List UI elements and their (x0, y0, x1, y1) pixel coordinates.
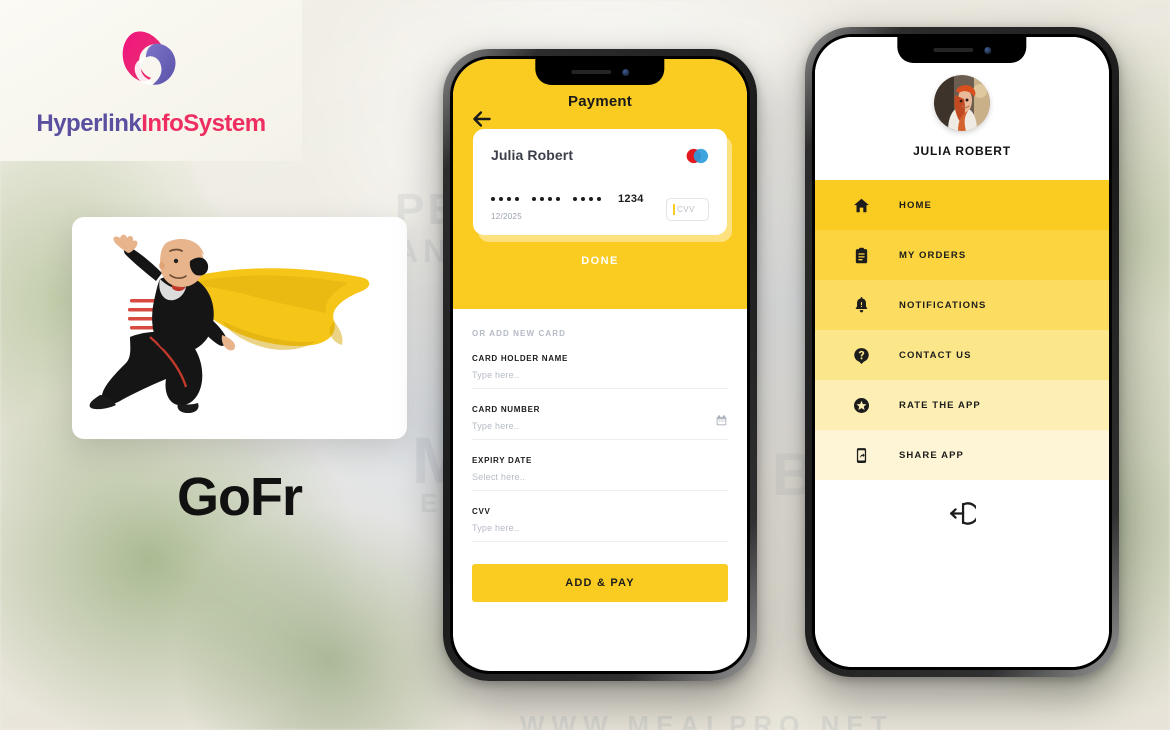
phone-notch (897, 37, 1027, 63)
phone-mockup-menu: JULIA ROBERT HOME MY ORDERS NOTIFICATION… (805, 27, 1119, 677)
card-number-masked: 1234 (491, 193, 644, 205)
question-mark-icon (854, 347, 869, 364)
card-digit-group (532, 197, 560, 201)
field-placeholder: Type here.. (472, 523, 520, 533)
menu-item-label: RATE THE APP (899, 399, 981, 411)
card-number-row: 1234 12/2025 CVV (491, 193, 709, 221)
cvv-placeholder: CVV (677, 205, 695, 214)
menu-item-label: HOME (899, 199, 932, 211)
menu-item-label: MY ORDERS (899, 249, 967, 261)
field-placeholder: Type here.. (472, 370, 520, 380)
share-phone-icon (856, 447, 867, 463)
phone-notch (535, 59, 665, 85)
mastercard-logo-icon (686, 148, 709, 164)
field-label: CARD HOLDER NAME (472, 354, 569, 363)
user-photo-avatar-icon (934, 75, 990, 131)
text-caret (673, 204, 675, 215)
avatar[interactable] (934, 75, 990, 131)
card-digit-group (573, 197, 601, 201)
field-expiry-date[interactable]: EXPIRY DATE Select here.. (472, 456, 728, 491)
card-holder-name: Julia Robert (491, 147, 574, 163)
hero-app-title: GoFr (177, 467, 303, 527)
card-digit-group (491, 197, 519, 201)
brand-name-part1: Hyperlink (36, 109, 142, 137)
field-card-holder-name[interactable]: CARD HOLDER NAME Type here.. (472, 354, 728, 389)
menu-item-share-app[interactable]: SHARE APP (815, 430, 1109, 480)
menu-item-label: SHARE APP (899, 449, 964, 461)
background-watermark-4: E (420, 488, 444, 518)
flying-superhero-illustration-icon (89, 234, 370, 413)
brand-logo-text: HyperlinkInfoSystem (36, 109, 266, 138)
field-label: EXPIRY DATE (472, 456, 533, 465)
profile-username: JULIA ROBERT (913, 144, 1011, 158)
menu-item-contact-us[interactable]: CONTACT US (815, 330, 1109, 380)
bell-icon (855, 296, 868, 312)
menu-item-rate-the-app[interactable]: RATE THE APP (815, 380, 1109, 430)
clipboard-icon (855, 247, 868, 263)
menu-item-home[interactable]: HOME (815, 180, 1109, 230)
menu-item-label: CONTACT US (899, 349, 972, 361)
hero-illustration-card (72, 217, 407, 439)
field-placeholder: Select here.. (472, 472, 526, 482)
phone-bezel: JULIA ROBERT HOME MY ORDERS NOTIFICATION… (812, 34, 1112, 670)
front-camera-icon (621, 68, 629, 76)
menu-item-notifications[interactable]: NOTIFICATIONS (815, 280, 1109, 330)
logout-icon[interactable] (949, 500, 976, 527)
earpiece-speaker-icon (570, 70, 611, 74)
payment-header: Payment Julia Robert 1234 12/2025 CVV DO… (453, 59, 747, 309)
payment-screen: Payment Julia Robert 1234 12/2025 CVV DO… (453, 59, 747, 671)
field-label: CVV (472, 507, 491, 516)
page-title: Payment (568, 93, 632, 110)
field-card-number[interactable]: CARD NUMBER Type here.. (472, 405, 728, 440)
phone-mockup-payment: Payment Julia Robert 1234 12/2025 CVV DO… (443, 49, 757, 681)
menu-screen: JULIA ROBERT HOME MY ORDERS NOTIFICATION… (815, 37, 1109, 667)
brand-name-part2: InfoSystem (141, 109, 266, 137)
earpiece-speaker-icon (932, 48, 973, 52)
brand-logo-panel: HyperlinkInfoSystem (0, 0, 302, 161)
field-placeholder: Type here.. (472, 421, 520, 431)
add-and-pay-button[interactable]: ADD & PAY (472, 564, 728, 602)
field-label: CARD NUMBER (472, 405, 541, 414)
background-watermark-url: WWW.MEALPRO.NET (520, 710, 894, 730)
phone-bezel: Payment Julia Robert 1234 12/2025 CVV DO… (450, 56, 750, 674)
card-last-four-digits: 1234 (618, 193, 644, 205)
menu-item-my-orders[interactable]: MY ORDERS (815, 230, 1109, 280)
cvv-input[interactable]: CVV (666, 198, 709, 221)
front-camera-icon (983, 46, 991, 54)
card-expiry-date: 12/2025 (491, 212, 523, 221)
field-cvv[interactable]: CVV Type here.. (472, 507, 728, 542)
calendar-icon[interactable] (715, 414, 728, 427)
saved-credit-card[interactable]: Julia Robert 1234 12/2025 CVV (473, 129, 727, 235)
home-icon (854, 198, 869, 212)
hyperlink-swirl-logo-icon (122, 30, 176, 85)
add-new-card-form: OR ADD NEW CARD CARD HOLDER NAME Type he… (453, 309, 747, 602)
star-badge-icon (853, 397, 870, 413)
done-button[interactable]: DONE (453, 255, 747, 287)
menu-item-label: NOTIFICATIONS (899, 299, 987, 311)
logout-section (815, 480, 1109, 667)
form-section-label: OR ADD NEW CARD (472, 329, 566, 338)
